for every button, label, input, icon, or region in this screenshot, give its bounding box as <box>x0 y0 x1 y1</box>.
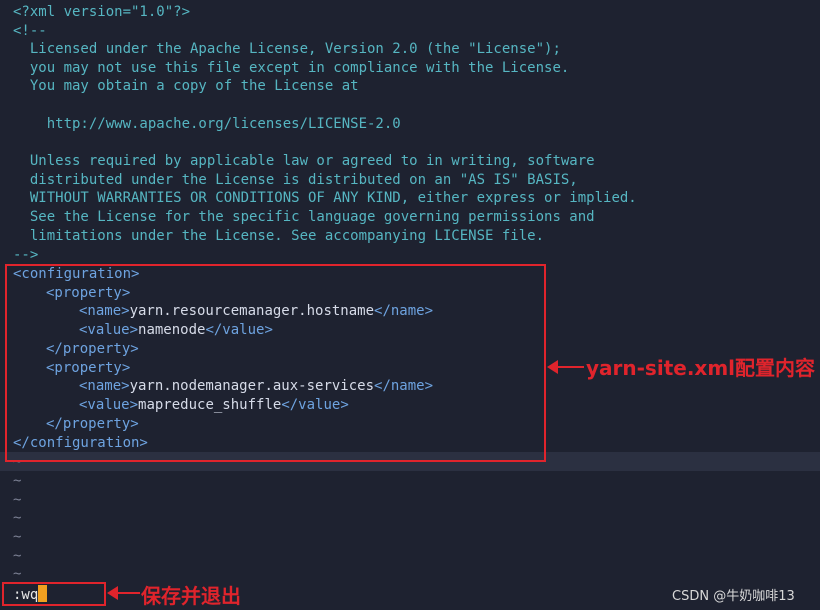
comment-open: <!-- <box>13 23 47 39</box>
config-highlight-box <box>5 264 546 462</box>
command-highlight-box <box>2 582 106 606</box>
save-arrow-icon <box>107 586 140 600</box>
watermark: CSDN @牛奶咖啡13 <box>672 589 795 604</box>
config-arrow-icon <box>547 360 584 374</box>
empty-line-tilde: ~ <box>13 473 22 489</box>
comment-line: See the License for the specific languag… <box>13 209 595 225</box>
empty-line-tilde: ~ <box>13 529 22 545</box>
comment-line: You may obtain a copy of the License at <box>13 78 359 94</box>
save-annotation: 保存并退出 <box>141 584 241 608</box>
comment-line: Licensed under the Apache License, Versi… <box>13 41 561 57</box>
comment-line: limitations under the License. See accom… <box>13 228 545 244</box>
comment-url: http://www.apache.org/licenses/LICENSE-2… <box>13 116 401 132</box>
empty-line-tilde: ~ <box>13 548 22 564</box>
comment-line: Unless required by applicable law or agr… <box>13 153 595 169</box>
comment-line: you may not use this file except in comp… <box>13 60 570 76</box>
empty-line-tilde: ~ <box>13 492 22 508</box>
empty-line-tilde: ~ <box>13 510 22 526</box>
comment-close: --> <box>13 247 39 263</box>
config-annotation: yarn-site.xml配置内容 <box>586 356 816 380</box>
xml-declaration: <?xml version="1.0"?> <box>13 4 191 20</box>
comment-line: distributed under the License is distrib… <box>13 172 578 188</box>
comment-line: WITHOUT WARRANTIES OR CONDITIONS OF ANY … <box>13 190 637 206</box>
